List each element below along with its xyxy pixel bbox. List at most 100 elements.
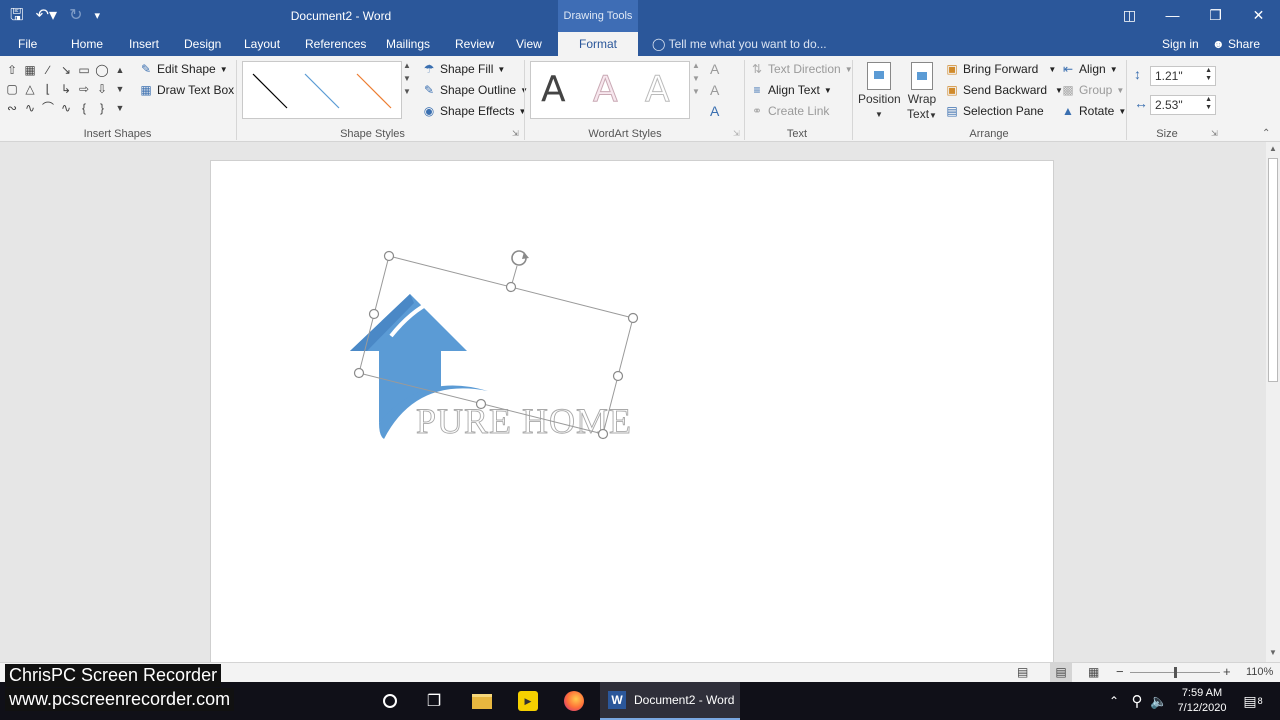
style-black-line[interactable] [252, 73, 288, 109]
selection-pane-button[interactable]: ▤ Selection Pane [945, 104, 1043, 118]
rectangle-icon[interactable]: ▭ [76, 62, 92, 78]
vertical-scrollbar[interactable]: ▲ ▼ [1266, 142, 1280, 662]
tab-home[interactable]: Home [71, 37, 103, 51]
group-button[interactable]: ▩ Group ▼ [1061, 83, 1124, 97]
wordart-style-2[interactable]: A [593, 69, 619, 110]
bring-forward-button[interactable]: ▣ Bring Forward ▼ [945, 62, 1056, 76]
dialog-launcher-icon[interactable]: ⇲ [733, 129, 740, 138]
wordart-style-1[interactable]: A [541, 70, 566, 110]
read-mode-icon[interactable]: ▤ [1017, 665, 1028, 679]
network-icon[interactable]: ⚲ [1126, 682, 1148, 720]
scribble-icon[interactable]: ∿ [22, 100, 38, 116]
tab-mailings[interactable]: Mailings [386, 37, 430, 51]
elbow-arrow-icon[interactable]: ↳ [58, 81, 74, 97]
width-spinner[interactable]: ▲ ▼ [1205, 96, 1212, 112]
file-explorer-icon[interactable] [464, 682, 500, 720]
more-shapes-icon[interactable]: ▲ [112, 62, 128, 78]
wrap-text-button[interactable]: Wrap Text▼ [903, 62, 941, 123]
text-direction-button[interactable]: ⇅ Text Direction ▼ [750, 62, 853, 76]
taskbar-word-button[interactable]: W Document2 - Word [600, 682, 740, 720]
wordart-gallery[interactable]: A A A [530, 61, 690, 119]
tab-references[interactable]: References [305, 37, 366, 51]
dialog-launcher-icon[interactable]: ⇲ [1211, 129, 1218, 138]
edit-shape-button[interactable]: ✎ Edit Shape ▼ [139, 62, 228, 76]
shape-effects-button[interactable]: ◉ Shape Effects ▼ [422, 104, 527, 118]
handle-bottom-left[interactable] [353, 367, 365, 379]
shape-width-field[interactable]: 2.53" ▲ ▼ [1150, 95, 1216, 115]
text-effects-icon[interactable]: A [710, 103, 719, 119]
down-arrow-icon[interactable]: ⇩ [94, 81, 110, 97]
document-page[interactable]: PURE HOME [210, 160, 1054, 680]
draw-text-box-button[interactable]: ▦ Draw Text Box [139, 83, 234, 97]
shape-outline-button[interactable]: ✎Shape Outline▼ [422, 83, 528, 97]
dialog-launcher-icon[interactable]: ⇲ [512, 129, 519, 138]
zoom-level[interactable]: 110% [1246, 666, 1273, 678]
print-layout-icon[interactable]: ▤ [1050, 663, 1072, 682]
media-player-icon[interactable]: ▶ [510, 682, 546, 720]
shape-height-field[interactable]: 1.21" ▲ ▼ [1150, 66, 1216, 86]
right-arrow-icon[interactable]: ⇨ [76, 81, 92, 97]
send-backward-button[interactable]: ▣ Send Backward ▼ [945, 83, 1063, 97]
scroll-down-icon[interactable]: ▼ [112, 81, 128, 97]
handle-top-right[interactable] [627, 312, 639, 324]
more-styles-icon[interactable]: ▼ [403, 87, 411, 96]
volume-icon[interactable]: 🔈 [1148, 682, 1170, 720]
task-view-icon[interactable]: ❐ [416, 682, 452, 720]
style-blue-line[interactable] [304, 73, 340, 109]
style-orange-line[interactable] [356, 73, 392, 109]
close-icon[interactable]: ✕ [1237, 0, 1280, 32]
line-icon[interactable]: ∕ [40, 62, 56, 78]
scroll-down-icon[interactable]: ▼ [1269, 648, 1277, 657]
collapse-ribbon-icon[interactable]: ⌃ [1262, 128, 1270, 139]
tab-file[interactable]: File [18, 37, 37, 51]
scrollbar-thumb[interactable] [1268, 158, 1278, 382]
show-hidden-icons-icon[interactable]: ⌃ [1104, 682, 1124, 720]
tab-format[interactable]: Format [558, 32, 638, 56]
sign-in-link[interactable]: Sign in [1162, 37, 1199, 51]
cortana-icon[interactable] [372, 682, 408, 720]
rounded-rect-icon[interactable]: ▢ [4, 81, 20, 97]
system-clock[interactable]: 7:59 AM 7/12/2020 [1172, 686, 1232, 716]
text-outline-icon[interactable]: A [710, 82, 719, 98]
left-brace-icon[interactable]: { [76, 100, 92, 116]
shape-styles-gallery[interactable] [242, 61, 402, 119]
notifications-icon[interactable]: ▤ 8 [1238, 682, 1268, 720]
rotation-handle-icon[interactable] [511, 250, 529, 266]
shape-fill-button[interactable]: ☂ Shape Fill ▼ [422, 62, 506, 76]
elbow-connector-icon[interactable]: ⌊ [40, 81, 56, 97]
text-fill-icon[interactable]: A [710, 61, 719, 77]
firefox-icon[interactable] [556, 682, 592, 720]
scroll-down-icon[interactable]: ▼ [692, 74, 700, 83]
web-layout-icon[interactable]: ▦ [1088, 665, 1099, 679]
shape-styles-scroll[interactable]: ▲ ▼ ▼ [403, 61, 411, 96]
wordart-scroll[interactable]: ▲ ▼ ▼ [692, 61, 700, 96]
ribbon-display-icon[interactable]: ◫ [1108, 0, 1151, 32]
scroll-down-icon[interactable]: ▼ [403, 74, 411, 83]
handle-bottom[interactable] [475, 398, 487, 410]
zoom-in-icon[interactable]: + [1223, 664, 1231, 679]
minimize-icon[interactable]: — [1151, 0, 1194, 32]
height-spinner[interactable]: ▲ ▼ [1205, 67, 1212, 83]
position-button[interactable]: Position ▼ [858, 62, 901, 122]
zoom-slider-thumb[interactable] [1174, 667, 1177, 678]
rotate-button[interactable]: ▲ Rotate ▼ [1061, 104, 1126, 118]
handle-top[interactable] [505, 281, 517, 293]
tab-view[interactable]: View [516, 37, 542, 51]
more-wordart-icon[interactable]: ▼ [692, 87, 700, 96]
shapes-gallery[interactable]: ⇧ ▦ ∕ ↘ ▭ ◯ ▲ ▢ △ ⌊ ↳ ⇨ ⇩ ▼ ∾ ∿ ⌒ ∿ { } … [4, 62, 132, 116]
scroll-up-icon[interactable]: ▲ [692, 61, 700, 70]
text-box-icon[interactable]: ▦ [22, 62, 38, 78]
scroll-up-icon[interactable]: ▲ [1269, 144, 1277, 153]
curve-icon[interactable]: ∿ [58, 100, 74, 116]
arrow-line-icon[interactable]: ↘ [58, 62, 74, 78]
handle-bottom-right[interactable] [597, 428, 609, 440]
freeform-icon[interactable]: ∾ [4, 100, 20, 116]
tab-insert[interactable]: Insert [129, 37, 159, 51]
tab-design[interactable]: Design [184, 37, 221, 51]
handle-right[interactable] [612, 370, 624, 382]
zoom-out-icon[interactable]: − [1116, 664, 1124, 679]
handle-left[interactable] [368, 308, 380, 320]
handle-top-left[interactable] [383, 250, 395, 262]
oval-icon[interactable]: ◯ [94, 62, 110, 78]
tab-layout[interactable]: Layout [244, 37, 280, 51]
